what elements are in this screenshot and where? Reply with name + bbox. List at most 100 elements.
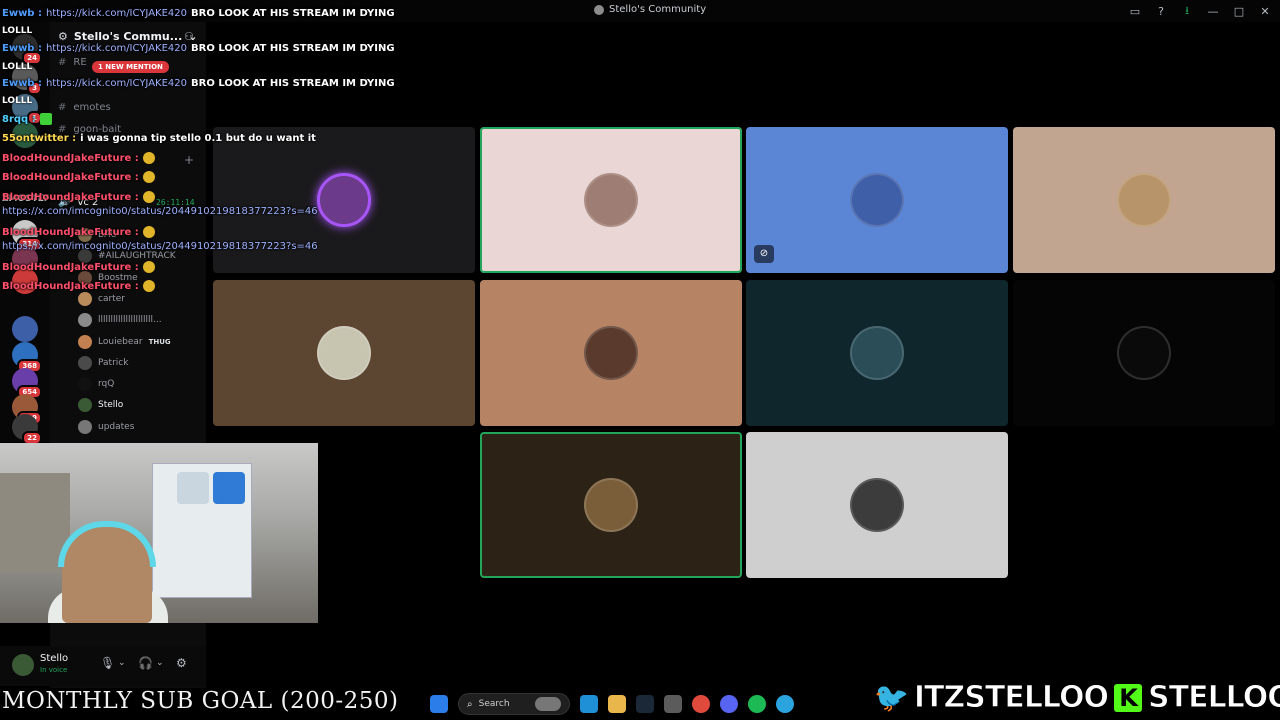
video-tile[interactable] xyxy=(1013,280,1275,426)
video-tile[interactable] xyxy=(480,432,742,578)
window-title-text: Stello's Community xyxy=(609,4,707,15)
chat-username: 8rqq : xyxy=(2,114,36,125)
chat-link[interactable]: https://kick.com/ICYJAKE420 xyxy=(46,78,187,89)
minimize-button[interactable]: — xyxy=(1206,5,1220,18)
chat-username: BloodHoundJakeFuture : xyxy=(2,281,139,292)
headphones-icon[interactable]: 🎧 xyxy=(138,656,153,670)
settings-app-icon[interactable] xyxy=(664,695,682,713)
headphones-chevron-icon[interactable]: ⌄ xyxy=(156,658,164,668)
avatar xyxy=(78,377,92,392)
spotify-icon[interactable] xyxy=(748,695,766,713)
maximize-button[interactable]: □ xyxy=(1232,5,1246,18)
help-icon[interactable]: ? xyxy=(1154,5,1168,18)
streamer-webcam xyxy=(0,443,318,623)
add-channel-icon[interactable]: + xyxy=(184,153,194,167)
channel-emotes[interactable]: # emotes xyxy=(58,102,111,113)
chat-text: BRO LOOK AT HIS STREAM IM DYING xyxy=(191,8,395,19)
twitter-handle: ITZSTELLOO xyxy=(913,680,1109,716)
new-mention-pill[interactable]: 1 NEW MENTION xyxy=(92,61,169,73)
participant-avatar xyxy=(1117,326,1171,380)
video-tile[interactable] xyxy=(480,127,742,273)
user-panel-name: Stello xyxy=(40,653,69,664)
rail-label: LOLLL xyxy=(2,62,33,72)
hash-icon: # xyxy=(58,102,67,113)
video-tile[interactable] xyxy=(746,280,1008,426)
chat-link[interactable]: https://x.com/imcognito0/status/20449102… xyxy=(2,206,318,217)
voice-user[interactable]: rqQ xyxy=(78,375,114,393)
video-tile[interactable]: ⊘ xyxy=(746,127,1008,273)
settings-gear-icon[interactable]: ⚙ xyxy=(176,656,187,670)
chat-message: BloodHoundJakeFuture : xyxy=(2,171,155,183)
discord-icon[interactable] xyxy=(720,695,738,713)
chat-link[interactable]: https://kick.com/ICYJAKE420 xyxy=(46,43,187,54)
mic-chevron-icon[interactable]: ⌄ xyxy=(118,658,126,668)
server-icon-9[interactable]: 368 xyxy=(12,342,42,373)
user-panel-status: In voice xyxy=(40,666,68,674)
webcam-headset xyxy=(58,521,156,567)
close-button[interactable]: ✕ xyxy=(1258,5,1272,18)
microphone-icon[interactable]: 🎙 xyxy=(100,656,115,670)
windows-start-icon[interactable] xyxy=(430,695,448,713)
chat-username: Ewwb : xyxy=(2,8,42,19)
chat-emote-icon xyxy=(142,152,155,164)
twitter-bird-icon: 🐦 xyxy=(874,681,910,715)
stream-muted-icon: ⊘ xyxy=(754,245,774,263)
participant-avatar xyxy=(584,326,638,380)
voice-user[interactable]: updates xyxy=(78,418,134,436)
voice-user[interactable]: carter xyxy=(78,290,125,308)
server-icon: ⚙ xyxy=(58,30,68,43)
chat-username: 55ontwitter : xyxy=(2,133,77,144)
avatar xyxy=(78,313,92,328)
server-header[interactable]: ⚙ Stello's Commu... ⌄ xyxy=(58,30,198,43)
server-name: Stello's Commu... xyxy=(73,30,183,43)
chrome-icon[interactable] xyxy=(692,695,710,713)
chat-username: BloodHoundJakeFuture : xyxy=(2,227,139,238)
chat-link[interactable]: https://kick.com/ICYJAKE420 xyxy=(46,8,187,19)
kick-handle: STELLOOO xyxy=(1147,680,1280,716)
channel-RE[interactable]: # RE xyxy=(58,57,87,68)
video-tile[interactable] xyxy=(746,432,1008,578)
participant-avatar xyxy=(317,173,371,227)
taskbar: ⌕ Search xyxy=(430,691,794,717)
chat-link[interactable]: https://x.com/imcognito0/status/20449102… xyxy=(2,241,318,252)
server-icon-12[interactable]: 22 xyxy=(12,414,42,445)
inbox-icon[interactable]: ▭ xyxy=(1128,5,1142,18)
chat-message: Ewwb : https://kick.com/ICYJAKE420 BRO LOO… xyxy=(2,78,395,89)
voice-user-name: updates xyxy=(98,421,135,432)
chat-emote-icon xyxy=(39,113,52,125)
download-icon[interactable]: ⭳ xyxy=(1180,2,1194,21)
participant-avatar xyxy=(850,173,904,227)
voice-user-name: Stello xyxy=(98,400,124,411)
file-explorer-icon[interactable] xyxy=(608,695,626,713)
search-placeholder: Search xyxy=(478,699,510,709)
edge-icon[interactable] xyxy=(580,695,598,713)
search-highlight-icon xyxy=(535,697,561,711)
chat-message: Ewwb : https://kick.com/ICYJAKE420 BRO LOO… xyxy=(2,8,395,19)
taskbar-search[interactable]: ⌕ Search xyxy=(458,693,570,715)
social-handles-overlay: 🐦 ITZSTELLOO K STELLOOO xyxy=(874,680,1280,716)
steam-icon[interactable] xyxy=(636,695,654,713)
video-tile[interactable] xyxy=(1013,127,1275,273)
voice-user[interactable]: Stello xyxy=(78,396,123,414)
chat-message: Ewwb : https://kick.com/ICYJAKE420 BRO LOO… xyxy=(2,43,395,54)
sub-goal-banner: MONTHLY SUB GOAL (200-250) xyxy=(2,688,399,714)
chat-username: BloodHoundJakeFuture : xyxy=(2,262,139,273)
add-user-icon[interactable]: ⚇ xyxy=(184,30,194,43)
avatar xyxy=(78,355,92,370)
channel-label: emotes xyxy=(73,102,111,113)
voice-user[interactable]: llllllllllllllllllllll... xyxy=(78,311,162,329)
voice-user[interactable]: Patrick xyxy=(78,354,128,372)
hash-icon: # xyxy=(58,57,67,68)
voice-user[interactable]: Louiebear THUG xyxy=(78,333,171,351)
avatar xyxy=(78,291,92,306)
telegram-icon[interactable] xyxy=(776,695,794,713)
server-icon-10[interactable]: 654 xyxy=(12,368,42,399)
video-tile[interactable] xyxy=(480,280,742,426)
chat-text: i was gonna tip stello 0.1 but do u want… xyxy=(80,133,316,144)
avatar[interactable] xyxy=(12,654,34,676)
server-icon-8[interactable] xyxy=(12,316,38,342)
video-tile[interactable] xyxy=(213,280,475,426)
voice-user-name: Patrick xyxy=(98,357,129,368)
window-title: Stello's Community xyxy=(594,4,706,15)
participant-avatar xyxy=(584,173,638,227)
